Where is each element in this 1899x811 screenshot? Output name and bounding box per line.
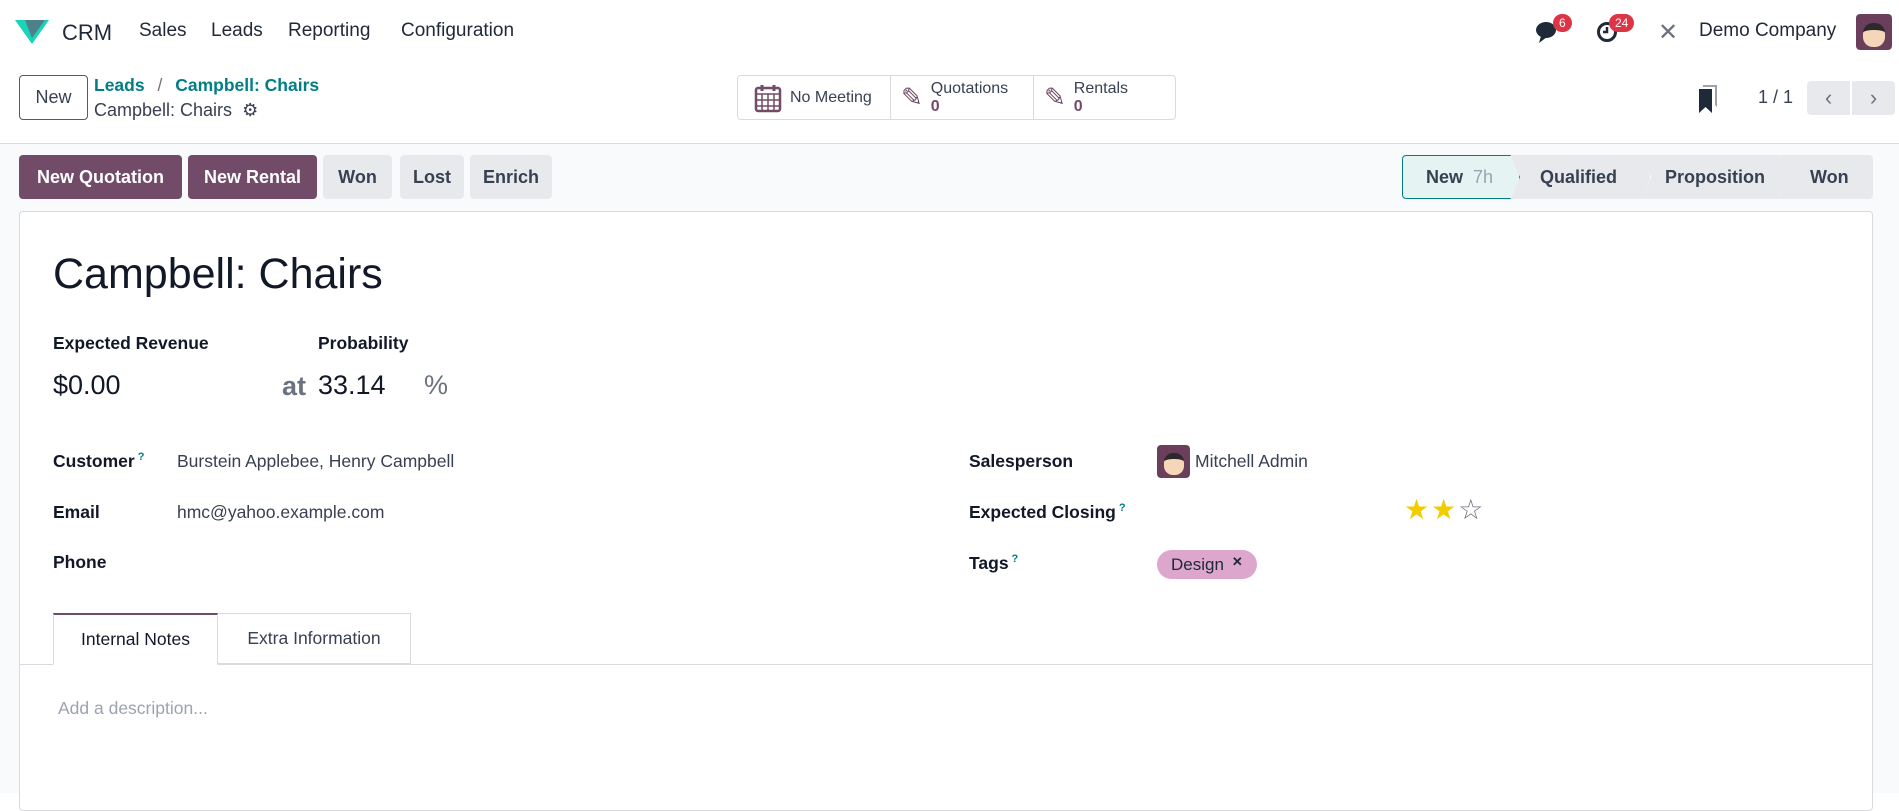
customer-label: Customer? — [53, 451, 144, 472]
email-label: Email — [53, 502, 100, 522]
new-button[interactable]: New — [19, 75, 88, 120]
tools-icon[interactable]: ✕ — [1658, 18, 1678, 47]
smart-buttons: No Meeting ✎ Quotations 0 ✎ Rentals 0 — [737, 75, 1176, 120]
description-editor[interactable]: Add a description... — [58, 698, 1858, 758]
tags-label: Tags? — [969, 553, 1018, 574]
expected-closing-label-text: Expected Closing — [969, 502, 1116, 522]
customer-field[interactable]: Burstein Applebee, Henry Campbell — [177, 451, 454, 472]
bookmark-icon[interactable] — [1698, 85, 1718, 113]
rentals-label: Rentals — [1073, 79, 1129, 97]
menu-sales[interactable]: Sales — [139, 20, 187, 42]
expected-revenue-input[interactable]: $0.00 — [53, 370, 121, 401]
salesperson-label: Salesperson — [969, 451, 1074, 471]
stage-won[interactable]: Won — [1780, 155, 1873, 199]
pager-next-button[interactable]: › — [1852, 81, 1895, 115]
at-label: at — [282, 371, 307, 401]
stage-qualified-label: Qualified — [1540, 166, 1618, 187]
quotations-label: Quotations — [930, 79, 1009, 97]
stage-qualified[interactable]: Qualified — [1510, 155, 1651, 199]
lead-title[interactable]: Campbell: Chairs — [53, 250, 383, 299]
pager-value[interactable]: 1 / 1 — [1758, 87, 1793, 108]
stage-proposition[interactable]: Proposition — [1641, 155, 1790, 199]
priority-stars: ★★☆ — [1404, 493, 1485, 526]
star-filled-icon[interactable]: ★ — [1431, 494, 1458, 525]
help-icon[interactable]: ? — [138, 451, 145, 463]
gear-icon[interactable]: ⚙ — [242, 100, 258, 121]
tags-label-text: Tags — [969, 553, 1009, 573]
crm-logo-icon[interactable] — [15, 20, 49, 44]
control-panel: New Leads / Campbell: Chairs Campbell: C… — [0, 63, 1899, 144]
salesperson-field[interactable]: Mitchell Admin — [1195, 451, 1308, 472]
tag-design: Design ✕ — [1157, 550, 1257, 579]
probability-label: Probability — [318, 333, 409, 353]
quotations-count: 0 — [930, 97, 940, 115]
meeting-button[interactable]: No Meeting — [738, 76, 891, 119]
stage-new-label: New — [1426, 166, 1464, 187]
stage-proposition-label: Proposition — [1665, 166, 1765, 187]
enrich-button[interactable]: Enrich — [470, 155, 552, 199]
user-avatar[interactable] — [1856, 14, 1892, 50]
menu-configuration[interactable]: Configuration — [401, 20, 514, 42]
star-empty-icon[interactable]: ☆ — [1458, 494, 1485, 525]
tab-extra-information[interactable]: Extra Information — [218, 613, 411, 664]
stage-duration: 7h — [1473, 166, 1494, 187]
edit-icon: ✎ — [901, 82, 923, 112]
help-icon[interactable]: ? — [1012, 553, 1019, 565]
calendar-icon — [754, 84, 782, 112]
tab-internal-notes[interactable]: Internal Notes — [53, 613, 218, 665]
tag-label: Design — [1171, 554, 1224, 574]
stage-new[interactable]: New 7h — [1402, 155, 1520, 199]
pager-previous-button[interactable]: ‹ — [1807, 81, 1850, 115]
help-icon[interactable]: ? — [1119, 502, 1126, 514]
expected-closing-label: Expected Closing? — [969, 502, 1126, 523]
record-name: Campbell: Chairs — [94, 100, 233, 120]
edit-icon: ✎ — [1044, 82, 1066, 112]
menu-leads[interactable]: Leads — [211, 20, 263, 42]
menu-reporting[interactable]: Reporting — [288, 20, 370, 42]
percent-sign: % — [424, 370, 449, 400]
breadcrumb-current[interactable]: Campbell: Chairs — [175, 75, 319, 95]
breadcrumb: Leads / Campbell: Chairs — [94, 75, 320, 95]
app-name[interactable]: CRM — [62, 20, 112, 46]
expected-revenue-label: Expected Revenue — [53, 333, 209, 353]
remove-tag-icon[interactable]: ✕ — [1232, 554, 1243, 570]
new-rental-button[interactable]: New Rental — [188, 155, 317, 199]
activities-badge: 24 — [1609, 14, 1635, 32]
phone-label: Phone — [53, 552, 107, 572]
rentals-count: 0 — [1073, 97, 1083, 115]
email-field[interactable]: hmc@yahoo.example.com — [177, 502, 384, 523]
breadcrumb-leads[interactable]: Leads — [94, 75, 145, 95]
top-navbar: CRM Sales Leads Reporting Configuration … — [0, 0, 1899, 63]
won-button[interactable]: Won — [323, 155, 392, 199]
messages-badge: 6 — [1553, 14, 1572, 32]
tabs-divider — [20, 664, 1872, 665]
company-switcher[interactable]: Demo Company — [1699, 20, 1836, 42]
phone-field[interactable] — [177, 548, 937, 578]
salesperson-avatar — [1157, 445, 1190, 478]
rentals-button[interactable]: ✎ Rentals 0 — [1034, 76, 1175, 119]
new-quotation-button[interactable]: New Quotation — [19, 155, 182, 199]
probability-input[interactable]: 33.14 — [318, 370, 386, 401]
star-filled-icon[interactable]: ★ — [1404, 494, 1431, 525]
lost-button[interactable]: Lost — [400, 155, 464, 199]
customer-label-text: Customer — [53, 451, 135, 471]
stage-won-label: Won — [1810, 166, 1849, 187]
quotations-button[interactable]: ✎ Quotations 0 — [891, 76, 1034, 119]
meeting-label: No Meeting — [790, 88, 872, 106]
